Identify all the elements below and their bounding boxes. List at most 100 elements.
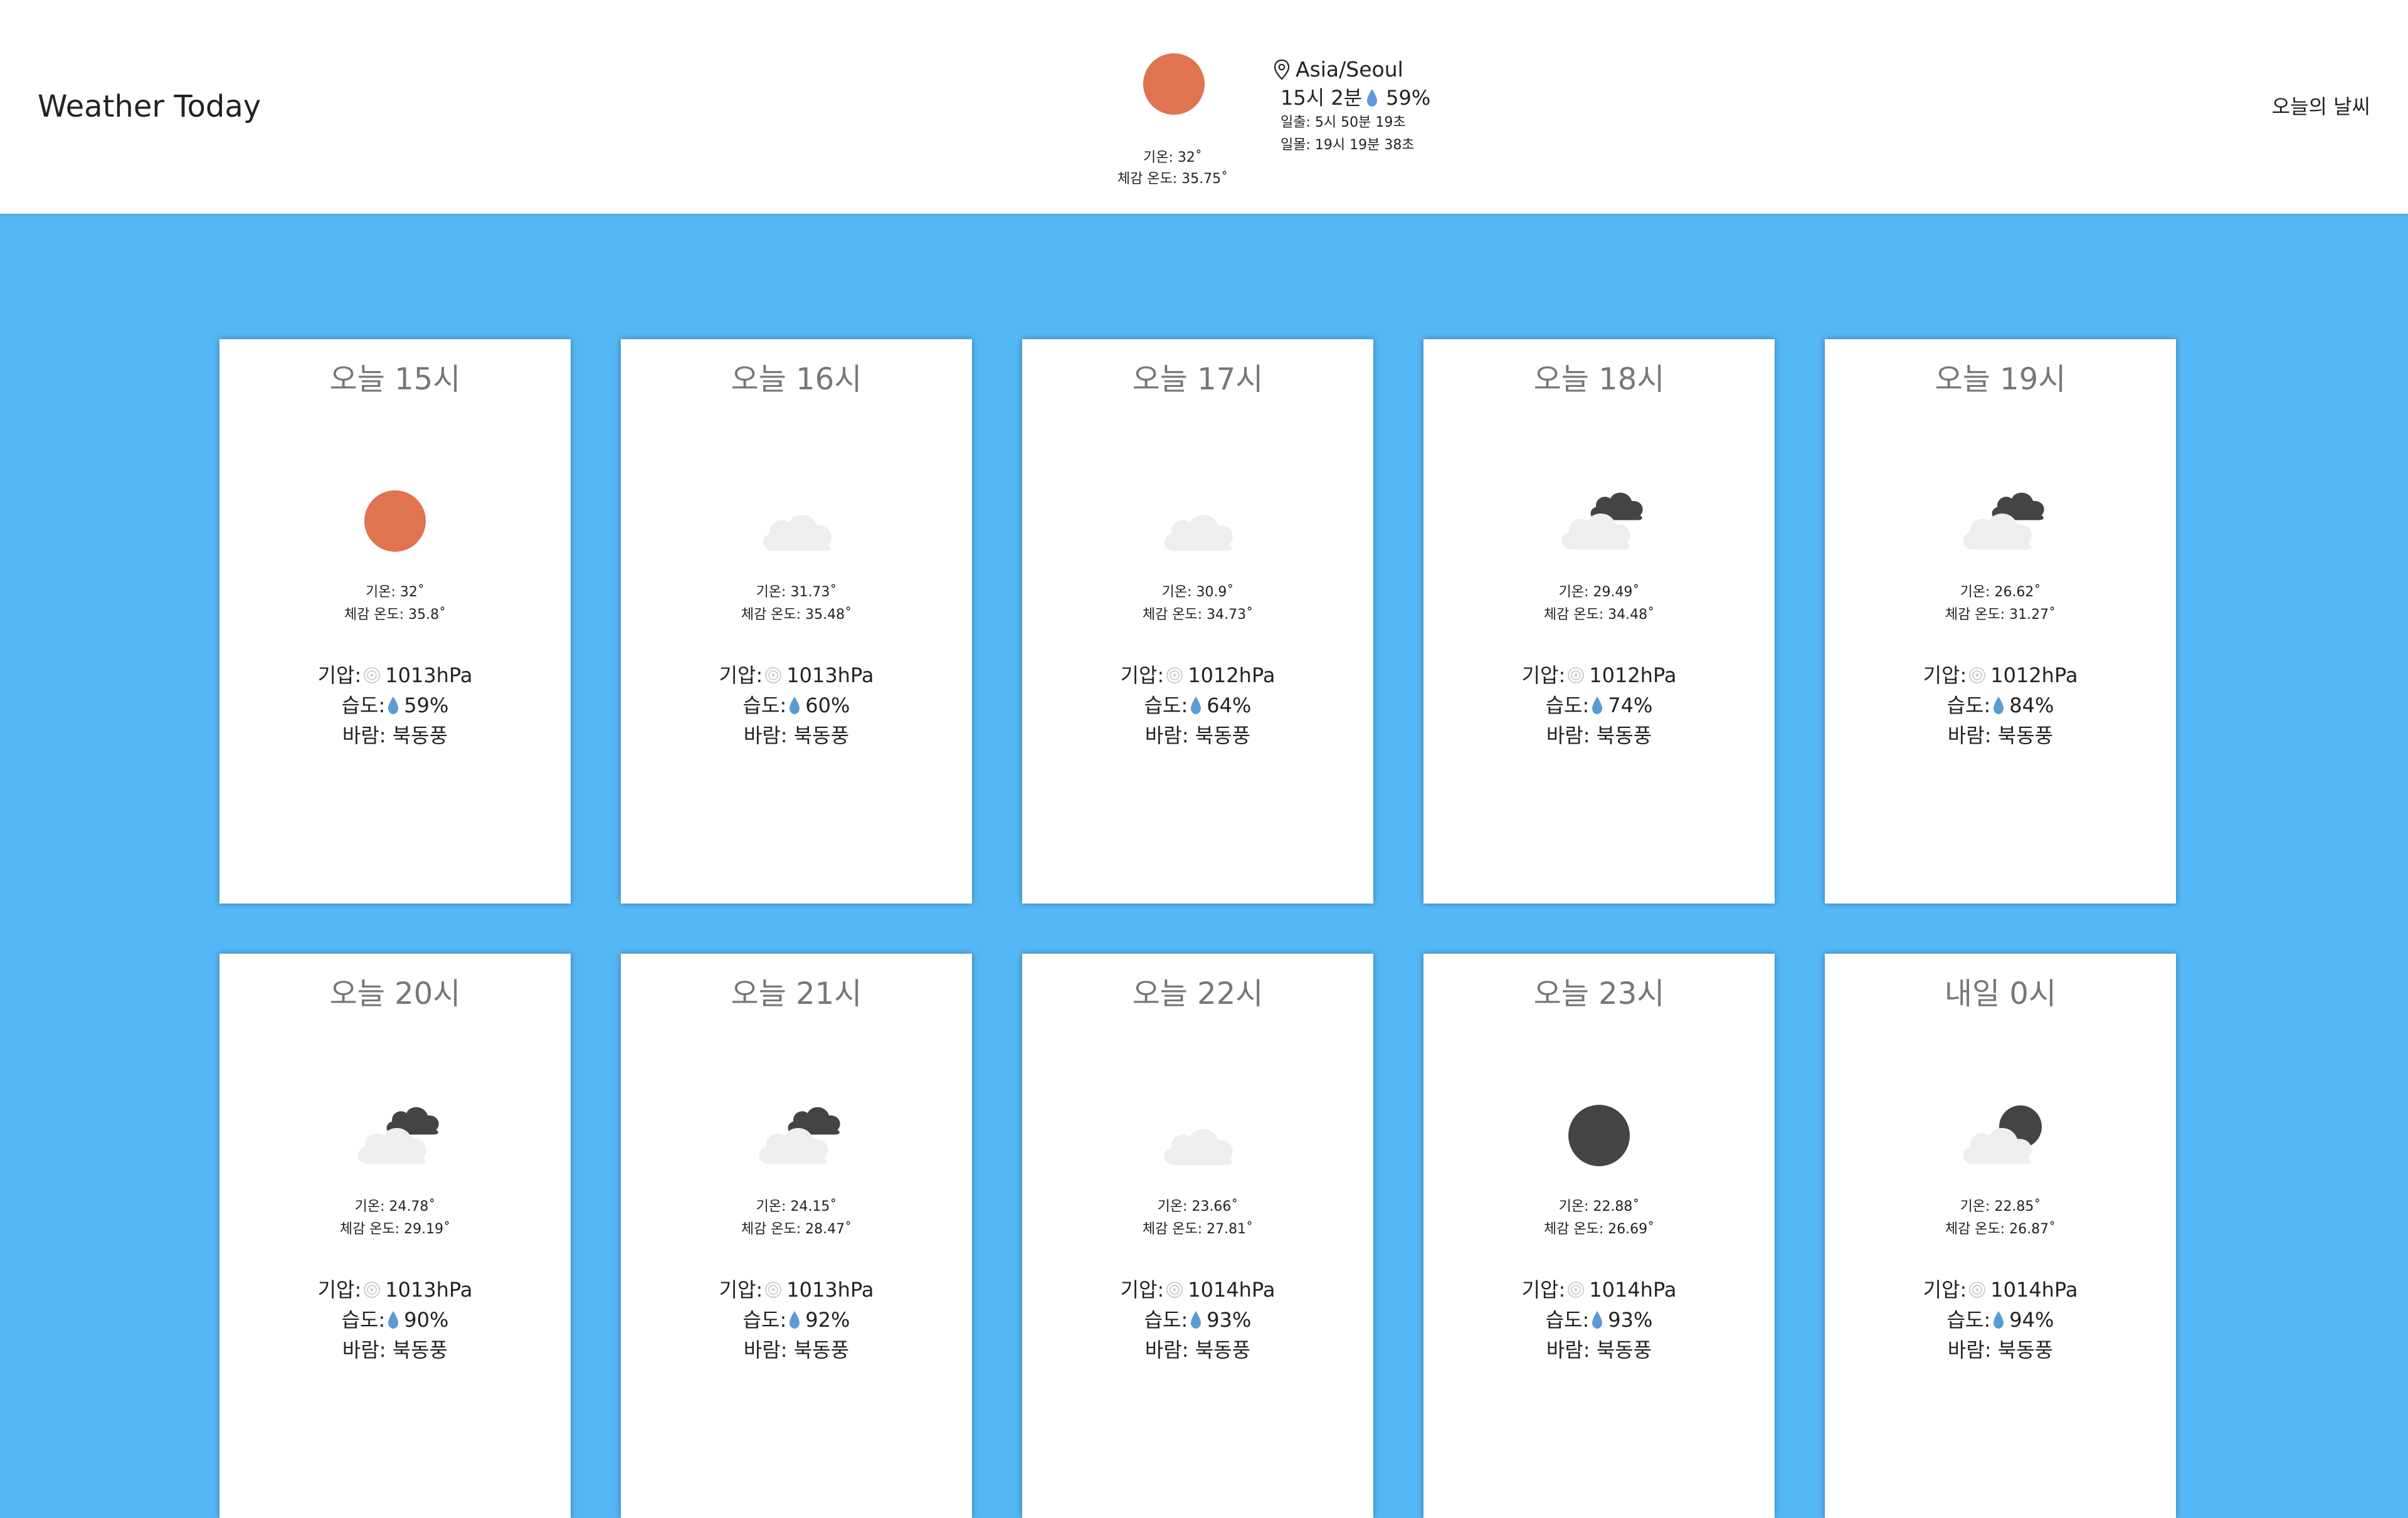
forecast-card: 오늘 22시 기온: 23.66˚ 체감 온도: 27.81˚ 기압: 1014h… [1022, 954, 1373, 1518]
humidity-value: 64% [1207, 693, 1252, 717]
broken-clouds-icon [1561, 492, 1643, 550]
card-feels-like: 체감 온도: 34.73˚ [1142, 607, 1254, 623]
pressure-row: 기압: 1012hPa [1825, 660, 2176, 690]
current-temperatures: 기온: 32˚ 체감 온도: 35.75˚ [1110, 147, 1235, 190]
pressure-icon [1568, 667, 1585, 683]
forecast-card: 오늘 23시 기온: 22.88˚ 체감 온도: 26.69˚ 기압: 1014h… [1423, 954, 1775, 1518]
wind-value: 바람: 북동풍 [1144, 724, 1251, 747]
humidity-row: 습도: 84% [1825, 690, 2176, 720]
location-pin-icon [1274, 59, 1290, 80]
wind-value: 바람: 북동풍 [1546, 724, 1652, 747]
card-temperatures: 기온: 30.9˚ 체감 온도: 34.73˚ [1022, 581, 1373, 626]
wind-row: 바람: 북동풍 [1022, 1335, 1373, 1365]
wind-value: 바람: 북동풍 [1144, 1338, 1251, 1362]
current-time: 15시 2분 [1281, 86, 1363, 110]
sun-icon [364, 490, 426, 552]
today-weather-link[interactable]: 오늘의 날씨 [2272, 94, 2370, 119]
card-title: 오늘 17시 [1132, 362, 1264, 397]
weather-icon [332, 1098, 458, 1173]
drop-icon [789, 1311, 800, 1329]
time-row: 15시 2분 59% [1273, 84, 1486, 112]
weather-icon [734, 483, 859, 559]
forecast-card: 오늘 16시 기온: 31.73˚ 체감 온도: 35.48˚ 기압: 1013h… [621, 339, 972, 904]
card-title: 오늘 16시 [731, 362, 862, 397]
card-feels-like: 체감 온도: 35.8˚ [344, 607, 446, 623]
pressure-icon [1166, 667, 1183, 683]
pressure-label: 기압: [719, 663, 763, 687]
pressure-label: 기압: [1923, 1278, 1967, 1302]
humidity-value: 92% [805, 1308, 850, 1332]
broken-clouds-icon [357, 1107, 439, 1164]
weather-icon [734, 1098, 859, 1173]
drop-icon [1191, 697, 1201, 714]
wind-value: 바람: 북동풍 [743, 1338, 850, 1362]
humidity-label: 습도: [742, 693, 787, 717]
card-feels-like: 체감 온도: 31.27˚ [1945, 607, 2056, 623]
humidity-value: 60% [805, 693, 850, 717]
wind-row: 바람: 북동풍 [621, 1335, 972, 1365]
drop-icon [388, 697, 399, 714]
wind-row: 바람: 북동풍 [1825, 720, 2176, 751]
pressure-label: 기압: [1923, 663, 1967, 687]
pressure-label: 기압: [1521, 663, 1566, 687]
pressure-label: 기압: [1120, 1278, 1164, 1302]
humidity-row: 습도: 93% [1022, 1305, 1373, 1335]
card-title: 오늘 21시 [731, 976, 862, 1011]
drop-icon [1191, 1311, 1201, 1329]
location-info: Asia/Seoul 15시 2분 59% 일출: 5시 50분 19초 일몰:… [1273, 55, 1486, 157]
card-feels-like: 체감 온도: 26.69˚ [1543, 1221, 1655, 1237]
wind-row: 바람: 북동풍 [1825, 1335, 2176, 1365]
pressure-row: 기압: 1014hPa [1423, 1275, 1775, 1305]
drop-icon [388, 1311, 399, 1329]
pressure-icon [1166, 1282, 1183, 1298]
humidity-value: 93% [1608, 1308, 1653, 1332]
card-temp: 기온: 29.49˚ [1558, 584, 1640, 600]
forecast-card: 오늘 18시 기온: 29.49˚ 체감 온도: 34.48˚ 기압: 1012h… [1423, 339, 1775, 904]
card-details: 기압: 1013hPa 습도: 92% 바람: 북동풍 [621, 1275, 972, 1365]
pressure-label: 기압: [1120, 663, 1164, 687]
humidity-row: 습도: 59% [219, 690, 571, 720]
card-feels-like: 체감 온도: 34.48˚ [1543, 607, 1655, 623]
card-feels-like: 체감 온도: 27.81˚ [1142, 1221, 1254, 1237]
drop-icon [1592, 1311, 1603, 1329]
wind-row: 바람: 북동풍 [621, 720, 972, 751]
card-temperatures: 기온: 26.62˚ 체감 온도: 31.27˚ [1825, 581, 2176, 626]
pressure-icon [364, 1282, 381, 1298]
pressure-label: 기압: [317, 663, 362, 687]
pressure-icon [364, 667, 381, 683]
weather-icon [1536, 1098, 1662, 1173]
card-temperatures: 기온: 24.78˚ 체감 온도: 29.19˚ [219, 1196, 571, 1241]
card-temperatures: 기온: 23.66˚ 체감 온도: 27.81˚ [1022, 1196, 1373, 1241]
card-title: 오늘 15시 [329, 362, 461, 397]
humidity-label: 습도: [742, 1308, 787, 1332]
card-temp: 기온: 22.88˚ [1558, 1199, 1640, 1215]
card-temperatures: 기온: 22.88˚ 체감 온도: 26.69˚ [1423, 1196, 1775, 1241]
weather-icon [1938, 1098, 2063, 1173]
humidity-row: 습도: 74% [1423, 690, 1775, 720]
current-feels-like: 체감 온도: 35.75˚ [1117, 171, 1228, 187]
humidity-value: 84% [2009, 693, 2054, 717]
card-temp: 기온: 32˚ [366, 584, 425, 600]
humidity-label: 습도: [341, 693, 386, 717]
current-temp: 기온: 32˚ [1143, 150, 1202, 166]
pressure-value: 1013hPa [786, 663, 874, 687]
cloud-icon [763, 514, 832, 551]
card-feels-like: 체감 온도: 29.19˚ [339, 1221, 451, 1237]
humidity-label: 습도: [1946, 1308, 1991, 1332]
location-name: Asia/Seoul [1296, 57, 1403, 82]
humidity-row: 습도: 93% [1423, 1305, 1775, 1335]
card-title: 오늘 20시 [329, 976, 461, 1011]
pressure-icon [1969, 1282, 1986, 1298]
broken-clouds-icon [759, 1107, 840, 1164]
humidity-row: 습도: 90% [219, 1305, 571, 1335]
card-title: 내일 0시 [1944, 976, 2057, 1011]
app-title[interactable]: Weather Today [38, 87, 261, 127]
wind-row: 바람: 북동풍 [219, 1335, 571, 1365]
card-temp: 기온: 24.78˚ [354, 1199, 436, 1215]
wind-value: 바람: 북동풍 [342, 724, 448, 747]
pressure-value: 1013hPa [385, 1278, 473, 1302]
current-humidity: 59% [1386, 86, 1431, 110]
pressure-label: 기압: [1521, 1278, 1566, 1302]
forecast-card: 오늘 17시 기온: 30.9˚ 체감 온도: 34.73˚ 기압: 1012hP… [1022, 339, 1373, 904]
pressure-row: 기압: 1013hPa [621, 1275, 972, 1305]
